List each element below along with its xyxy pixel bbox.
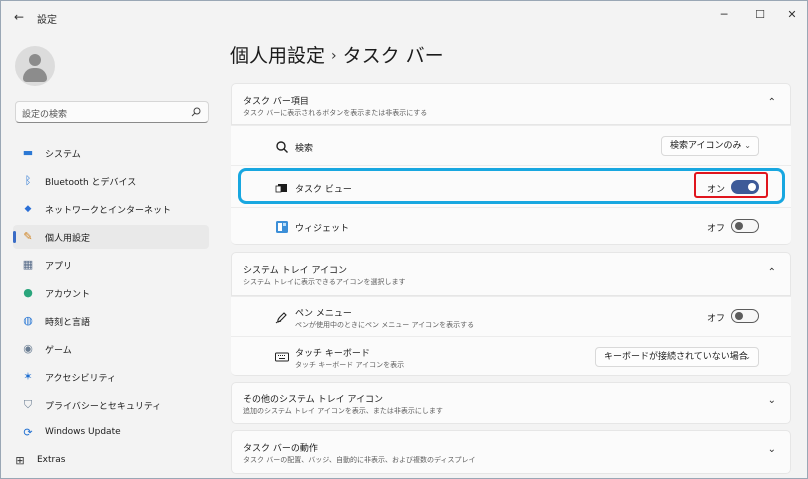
setting-row-widgets: ウィジェット オフ — [231, 207, 791, 245]
extras-icon: ⊞ — [15, 454, 25, 467]
search-icon[interactable] — [191, 107, 201, 117]
setting-label: ペン メニュー — [295, 309, 352, 319]
sidebar-item-label: Bluetooth とデバイス — [45, 178, 137, 188]
sidebar-item-label: Extras — [37, 455, 66, 465]
sidebar-item-privacy[interactable]: ⛉ プライバシーとセキュリティ — [13, 393, 209, 417]
sidebar-item-label: アカウント — [45, 290, 91, 300]
setting-row-touch-keyboard: タッチ キーボード タッチ キーボード アイコンを表示 キーボードが接続されてい… — [231, 336, 791, 376]
sidebar-item-label: Windows Update — [45, 427, 121, 437]
section-subtitle: タスク バーに表示されるボタンを表示または非表示にする — [243, 109, 428, 117]
setting-row-pen-menu: ペン メニュー ペンが使用中のときにペン メニュー アイコンを表示する オフ — [231, 296, 791, 336]
section-subtitle: システム トレイに表示できるアイコンを選択します — [243, 278, 406, 286]
section-subtitle: タスク バーの配置、バッジ、自動的に非表示、および複数のディスプレイ — [243, 456, 476, 464]
sidebar-item-bluetooth[interactable]: ᛒ Bluetooth とデバイス — [13, 169, 209, 193]
gamepad-icon: ◉ — [23, 342, 33, 355]
bluetooth-icon: ᛒ — [24, 174, 32, 187]
sidebar-item-personalization[interactable]: ✎ 個人用設定 — [13, 225, 209, 249]
avatar-head — [29, 54, 41, 66]
sidebar-item-apps[interactable]: ▦ アプリ — [13, 253, 209, 277]
search-placeholder: 設定の検索 — [22, 110, 68, 120]
setting-row-search: 検索 検索アイコンのみ ⌄ — [231, 125, 791, 165]
avatar[interactable] — [15, 46, 55, 86]
sidebar-item-label: アプリ — [45, 262, 73, 272]
sidebar-item-label: 時刻と言語 — [45, 318, 91, 328]
close-button[interactable]: ✕ — [781, 7, 803, 23]
settings-window: ← 設定 ─ ☐ ✕ 設定の検索 ▬ システム ᛒ Bluetooth とデバイ… — [0, 0, 808, 479]
highlight-task-view-toggle — [694, 172, 768, 198]
pen-icon — [275, 312, 287, 324]
dropdown-value: 検索アイコンのみ — [670, 141, 742, 151]
chevron-down-icon[interactable]: ⌄ — [768, 444, 776, 455]
maximize-button[interactable]: ☐ — [749, 7, 771, 23]
taskbar-behaviors-card[interactable]: タスク バーの動作 タスク バーの配置、バッジ、自動的に非表示、および複数のディ… — [231, 430, 791, 474]
monitor-icon: ▬ — [22, 146, 34, 159]
sidebar-item-windows-update[interactable]: ⟳ Windows Update — [13, 421, 209, 445]
section-title: タスク バー項目 — [243, 97, 309, 107]
avatar-body — [23, 68, 47, 82]
toggle-state-label: オフ — [707, 314, 726, 324]
breadcrumb-current: タスク バー — [342, 45, 444, 67]
touch-keyboard-dropdown[interactable]: キーボードが接続されていない場合 ⌄ — [595, 347, 759, 367]
sidebar-item-system[interactable]: ▬ システム — [13, 141, 209, 165]
chevron-down-icon: ⌄ — [744, 352, 751, 361]
account-icon: ● — [23, 286, 33, 299]
sidebar-item-accessibility[interactable]: ✶ アクセシビリティ — [13, 365, 209, 389]
system-tray-header[interactable]: システム トレイ アイコン システム トレイに表示できるアイコンを選択します ⌃ — [231, 252, 791, 296]
globe-clock-icon: ◍ — [23, 314, 33, 327]
sidebar-item-time-language[interactable]: ◍ 時刻と言語 — [13, 309, 209, 333]
sidebar-item-label: システム — [45, 150, 81, 160]
setting-label: 検索 — [295, 144, 314, 154]
widgets-icon — [276, 221, 288, 233]
app-title: 設定 — [37, 15, 57, 26]
chevron-up-icon[interactable]: ⌃ — [768, 267, 776, 278]
sidebar-item-label: 個人用設定 — [45, 234, 91, 244]
apps-icon: ▦ — [22, 258, 34, 271]
breadcrumb-parent[interactable]: 個人用設定 — [230, 45, 325, 67]
minimize-button[interactable]: ─ — [713, 7, 735, 23]
accessibility-icon: ✶ — [23, 370, 33, 383]
search-input[interactable]: 設定の検索 — [15, 101, 209, 123]
keyboard-icon — [275, 352, 289, 362]
toggle-knob — [735, 312, 743, 320]
section-title: タスク バーの動作 — [243, 444, 318, 454]
section-title: その他のシステム トレイ アイコン — [243, 395, 384, 405]
title-bar: ← 設定 ─ ☐ ✕ — [1, 1, 807, 33]
brush-icon: ✎ — [23, 230, 33, 243]
sidebar-item-label: プライバシーとセキュリティ — [45, 402, 162, 412]
sidebar-item-extras[interactable]: ⊞ Extras — [5, 449, 201, 473]
setting-description: タッチ キーボード アイコンを表示 — [295, 361, 405, 369]
setting-label: タッチ キーボード — [295, 349, 370, 359]
breadcrumb-separator: › — [331, 48, 337, 64]
page-title: 個人用設定 › タスク バー — [230, 41, 444, 68]
section-title: システム トレイ アイコン — [243, 266, 348, 276]
setting-description: ペンが使用中のときにペン メニュー アイコンを表示する — [295, 321, 475, 329]
update-icon: ⟳ — [23, 426, 33, 439]
chevron-down-icon[interactable]: ⌄ — [768, 395, 776, 406]
active-indicator — [13, 231, 16, 243]
setting-label: ウィジェット — [295, 224, 350, 234]
back-button[interactable]: ← — [11, 9, 27, 25]
dropdown-value: キーボードが接続されていない場合 — [604, 352, 748, 362]
sidebar-item-gaming[interactable]: ◉ ゲーム — [13, 337, 209, 361]
widgets-toggle[interactable] — [731, 219, 759, 233]
search-mode-dropdown[interactable]: 検索アイコンのみ ⌄ — [661, 136, 759, 156]
other-tray-icons-card[interactable]: その他のシステム トレイ アイコン 追加のシステム トレイ アイコンを表示、また… — [231, 382, 791, 424]
wifi-icon: ◆ — [24, 204, 32, 214]
section-subtitle: 追加のシステム トレイ アイコンを表示、または非表示にします — [243, 407, 443, 415]
sidebar-item-accounts[interactable]: ● アカウント — [13, 281, 209, 305]
search-icon — [276, 141, 288, 153]
pen-menu-toggle[interactable] — [731, 309, 759, 323]
taskbar-items-header[interactable]: タスク バー項目 タスク バーに表示されるボタンを表示または非表示にする ⌃ — [231, 83, 791, 125]
chevron-up-icon[interactable]: ⌃ — [768, 97, 776, 108]
sidebar-item-label: ゲーム — [45, 346, 72, 356]
chevron-down-icon: ⌄ — [744, 141, 751, 150]
sidebar-item-label: アクセシビリティ — [45, 374, 117, 384]
toggle-knob — [735, 222, 743, 230]
shield-icon: ⛉ — [23, 398, 33, 411]
sidebar-item-network[interactable]: ◆ ネットワークとインターネット — [13, 197, 209, 221]
sidebar-item-label: ネットワークとインターネット — [45, 206, 172, 216]
toggle-state-label: オフ — [707, 224, 726, 234]
